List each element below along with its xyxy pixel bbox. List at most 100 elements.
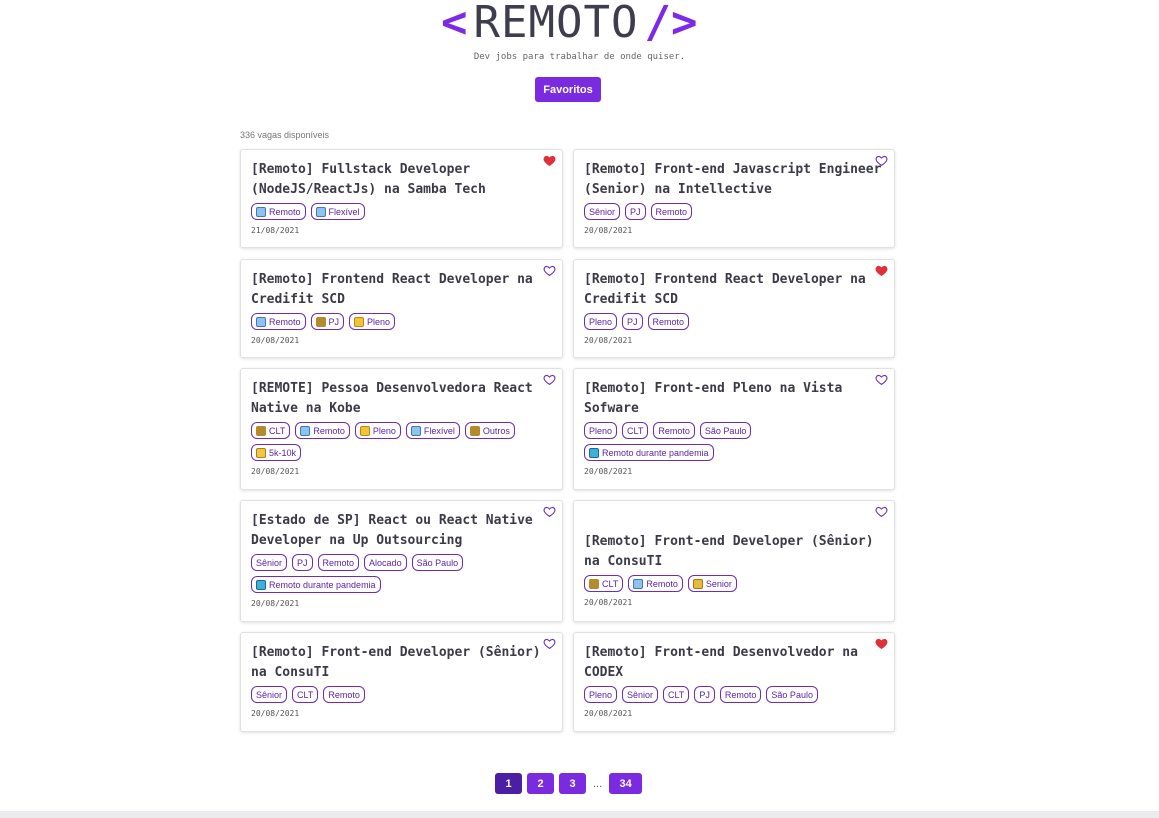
- job-tag[interactable]: Pleno: [584, 313, 618, 330]
- job-title[interactable]: [Remoto] Fullstack Developer (NodeJS/Rea…: [251, 160, 551, 200]
- job-tags: Remoto Flexível: [251, 203, 551, 220]
- job-tag[interactable]: CLT: [251, 422, 291, 439]
- job-tag-label: Sênior: [627, 689, 654, 700]
- page-button-last[interactable]: 34: [609, 773, 643, 794]
- handshake-icon: [256, 425, 266, 436]
- job-tag[interactable]: Remoto: [719, 686, 762, 703]
- job-title[interactable]: [Remoto] Front-end Javascript Engineer (…: [584, 160, 884, 200]
- subtitle: Dev jobs para trabalhar de onde quiser.: [473, 52, 686, 62]
- job-tag[interactable]: Remoto: [251, 313, 306, 330]
- job-tag[interactable]: Flexível: [405, 422, 460, 439]
- job-tag[interactable]: PJ: [310, 313, 345, 330]
- page-button-2[interactable]: 2: [527, 773, 554, 794]
- job-tag[interactable]: São Paulo: [766, 686, 818, 703]
- job-card[interactable]: [Remoto] Front-end Developer (Sênior) na…: [573, 500, 895, 622]
- job-tag-label: Outros: [482, 425, 510, 436]
- job-title[interactable]: [Remoto] Front-end Pleno na Vista Sofwar…: [584, 379, 884, 419]
- job-tag[interactable]: PJ: [622, 313, 643, 330]
- heart-filled-icon[interactable]: [875, 264, 889, 278]
- job-title[interactable]: [Remoto] Front-end Developer (Sênior) na…: [584, 532, 884, 572]
- job-tag[interactable]: CLT: [292, 686, 319, 703]
- job-tag[interactable]: CLT: [622, 422, 649, 439]
- job-tag[interactable]: Pleno: [584, 422, 618, 439]
- job-tag[interactable]: São Paulo: [699, 422, 752, 439]
- job-tag[interactable]: São Paulo: [411, 554, 464, 571]
- pill-icon: [256, 579, 266, 590]
- heart-outline-icon[interactable]: [543, 505, 557, 519]
- job-tag[interactable]: Remoto: [628, 575, 683, 592]
- job-tag[interactable]: Alocado: [364, 554, 407, 571]
- logo[interactable]: < REMOTO />: [441, 0, 697, 46]
- job-tag[interactable]: Pleno: [349, 313, 396, 330]
- job-tag-label: Remoto: [652, 316, 685, 327]
- job-card[interactable]: [Remoto] Front-end Pleno na Vista Sofwar…: [573, 368, 895, 490]
- job-card[interactable]: [Remoto] Fullstack Developer (NodeJS/Rea…: [240, 149, 563, 248]
- job-tag[interactable]: Sênior: [251, 686, 288, 703]
- job-tag[interactable]: Pleno: [584, 686, 618, 703]
- job-title[interactable]: [Remoto] Frontend React Developer na Cre…: [584, 270, 884, 310]
- job-title[interactable]: [Remoto] Frontend React Developer na Cre…: [251, 270, 551, 310]
- job-tag[interactable]: Remoto: [323, 686, 365, 703]
- job-tag[interactable]: Remoto durante pandemia: [584, 444, 714, 461]
- job-tag[interactable]: Remoto durante pandemia: [251, 576, 381, 593]
- job-tag-label: 5k-10k: [269, 447, 297, 458]
- job-tag[interactable]: Flexível: [310, 203, 365, 220]
- job-tag-label: CLT: [627, 425, 644, 436]
- job-tag[interactable]: PJ: [292, 554, 313, 571]
- job-card[interactable]: [REMOTE] Pessoa Desenvolvedora React Nat…: [240, 368, 563, 490]
- job-tags: Sênior CLT Remoto: [251, 686, 551, 703]
- job-date: 20/08/2021: [584, 226, 633, 235]
- job-tag[interactable]: Sênior: [251, 554, 288, 571]
- job-card[interactable]: [Remoto] Frontend React Developer na Cre…: [573, 259, 895, 358]
- job-tag-label: Remoto: [322, 557, 355, 568]
- heart-outline-icon[interactable]: [875, 154, 889, 168]
- job-title[interactable]: [Remoto] Front-end Developer (Sênior) na…: [251, 643, 551, 683]
- job-tag-label: Senior: [705, 578, 732, 589]
- job-tag[interactable]: Senior: [687, 575, 737, 592]
- heart-outline-icon[interactable]: [543, 373, 557, 387]
- heart-filled-icon[interactable]: [543, 154, 557, 168]
- job-card[interactable]: [Remoto] Front-end Developer (Sênior) na…: [240, 632, 563, 732]
- job-tag[interactable]: Remoto: [647, 313, 690, 330]
- job-tag[interactable]: Outros: [464, 422, 515, 439]
- job-tag-label: Pleno: [589, 689, 613, 700]
- job-tag[interactable]: Sênior: [584, 203, 621, 220]
- job-title[interactable]: [Remoto] Front-end Desenvolvedor na CODE…: [584, 643, 884, 683]
- job-tag[interactable]: CLT: [584, 575, 624, 592]
- heart-outline-icon[interactable]: [875, 373, 889, 387]
- job-card[interactable]: [Remoto] Front-end Desenvolvedor na CODE…: [573, 632, 895, 732]
- job-tag[interactable]: Pleno: [354, 422, 401, 439]
- page-button-3[interactable]: 3: [559, 773, 586, 794]
- heart-filled-icon[interactable]: [875, 637, 889, 651]
- heart-outline-icon[interactable]: [543, 264, 557, 278]
- job-tag[interactable]: Remoto: [295, 422, 350, 439]
- job-tag-label: PJ: [297, 557, 308, 568]
- favorites-button[interactable]: Favoritos: [535, 77, 601, 102]
- job-tag[interactable]: Remoto: [650, 203, 693, 220]
- job-tags: Remoto PJ Pleno: [251, 313, 551, 330]
- job-tag[interactable]: PJ: [625, 203, 646, 220]
- job-tag[interactable]: Remoto: [653, 422, 695, 439]
- jobs-count: 336 vagas disponíveis: [240, 130, 330, 140]
- job-card[interactable]: [Remoto] Frontend React Developer na Cre…: [240, 259, 563, 358]
- heart-outline-icon[interactable]: [875, 505, 889, 519]
- job-tag-label: Pleno: [589, 425, 613, 436]
- job-tag[interactable]: Remoto: [317, 554, 360, 571]
- job-tag[interactable]: Remoto: [251, 203, 306, 220]
- shield-icon: [692, 578, 703, 589]
- job-card[interactable]: [Estado de SP] React ou React Native Dev…: [240, 500, 563, 622]
- job-card[interactable]: [Remoto] Front-end Javascript Engineer (…: [573, 149, 895, 248]
- job-tag[interactable]: 5k-10k: [251, 444, 302, 461]
- job-tag-label: Pleno: [372, 425, 396, 436]
- building-icon: [256, 316, 266, 327]
- job-title[interactable]: [Estado de SP] React ou React Native Dev…: [251, 511, 551, 551]
- job-date: 20/08/2021: [251, 599, 300, 608]
- job-tag[interactable]: Sênior: [622, 686, 659, 703]
- job-tag-label: Remoto durante pandemia: [602, 447, 709, 458]
- handshake-icon: [589, 578, 599, 589]
- job-tag[interactable]: PJ: [694, 686, 715, 703]
- heart-outline-icon[interactable]: [543, 637, 557, 651]
- job-tag[interactable]: CLT: [663, 686, 690, 703]
- page-button-1[interactable]: 1: [495, 773, 522, 794]
- job-title[interactable]: [REMOTE] Pessoa Desenvolvedora React Nat…: [251, 379, 551, 419]
